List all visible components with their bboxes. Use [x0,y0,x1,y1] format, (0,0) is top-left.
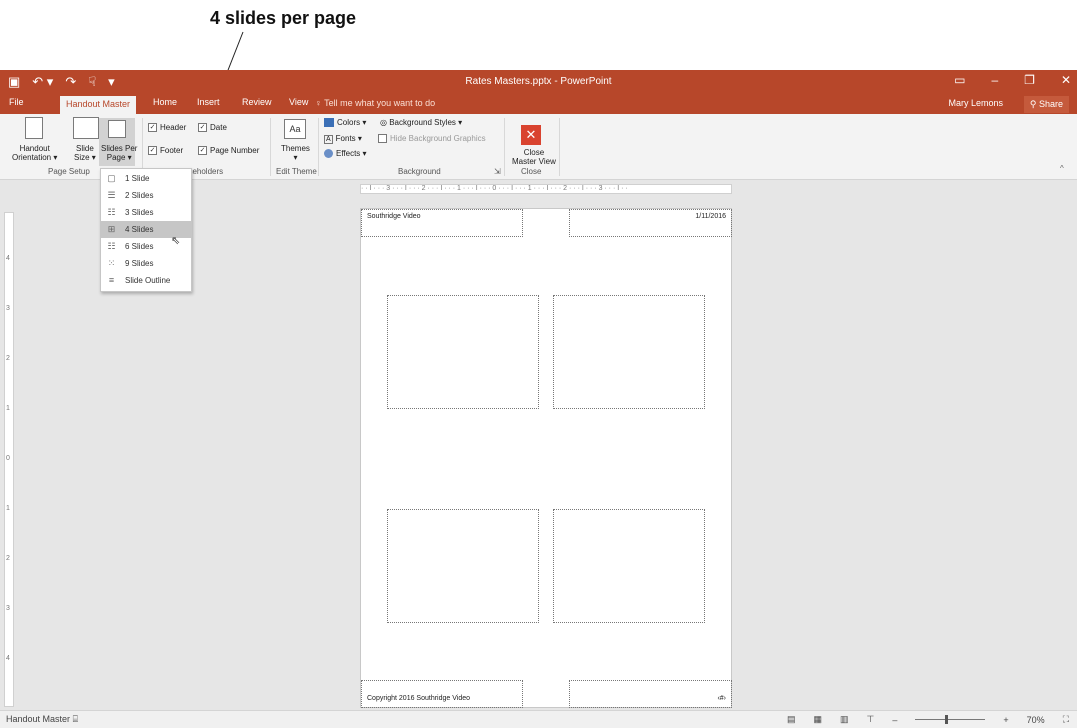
lightbulb-icon: ♀ [315,98,325,108]
menu-item-3-slides[interactable]: ☷ 3 Slides [101,204,191,221]
themes-icon: Aa [284,119,306,139]
two-slides-icon: ☰ [107,190,116,200]
effects-icon [324,149,333,159]
slideshow-icon[interactable]: ⊤ [867,714,875,725]
themes-button[interactable]: Themes ▾ [281,144,310,162]
page-number-placeholder[interactable]: ‹#› [569,680,732,708]
status-controls: ▤ ▦ ▥ ⊤ – + 70% ⛶ [787,714,1069,725]
menu-item-2-slides[interactable]: ☰ 2 Slides [101,187,191,204]
group-divider [270,118,271,176]
zoom-slider[interactable] [915,715,986,724]
user-name[interactable]: Mary Lemons [948,98,1003,108]
checkmark-icon: ✓ [148,123,157,133]
handout-orientation-icon [25,117,43,139]
slide-slot[interactable] [387,509,539,623]
footer-checkbox[interactable]: ✓ Footer [148,146,183,156]
one-slide-icon: ▢ [107,173,116,183]
group-label-edit-theme: Edit Theme [276,167,317,176]
dialog-launcher-icon[interactable]: ⇲ [494,167,501,176]
group-label-close: Close [521,167,542,176]
group-divider [318,118,319,176]
slides-per-page-icon [108,120,126,138]
checkmark-icon: ✓ [148,146,157,156]
checkmark-icon: ✓ [198,146,207,156]
zoom-level[interactable]: 70% [1027,715,1045,725]
date-placeholder[interactable]: 1/11/2016 [569,209,732,237]
menu-item-1-slide[interactable]: ▢ 1 Slide [101,170,191,187]
tab-home[interactable]: Home [153,97,177,107]
background-styles-button[interactable]: ◎ Background Styles ▾ [380,118,462,127]
tab-view[interactable]: View [289,97,308,107]
slides-per-page-menu: ▢ 1 Slide ☰ 2 Slides ☷ 3 Slides ⊞ 4 Slides ☷… [100,168,192,292]
tell-me-search[interactable]: ♀ Tell me what you want to do [315,98,435,108]
tab-insert[interactable]: Insert [197,97,220,107]
window-title: Rates Masters.pptx - PowerPoint [465,76,612,87]
group-label-page-setup: Page Setup [48,167,90,176]
six-slides-icon: ☷ [107,241,116,251]
effects-button[interactable]: Effects ▾ [324,149,367,159]
ribbon-tabs: File Handout Master Home Insert Review V… [0,94,1077,114]
zoom-out-icon[interactable]: – [892,715,897,725]
slides-per-page-label: Slides Per Page ▾ [101,144,138,162]
checkmark-icon: ✓ [198,123,207,133]
checkbox-icon [378,134,387,144]
slide-size-button[interactable]: Slide Size ▾ [74,144,96,162]
slide-size-icon [73,117,99,139]
menu-item-9-slides[interactable]: ⁙ 9 Slides [101,255,191,272]
collapse-ribbon-icon[interactable]: ^ [1060,164,1064,173]
mouse-pointer-icon: ⇖ [171,235,181,247]
zoom-in-icon[interactable]: + [1003,715,1008,725]
dropdown-arrow-icon: ▾ [293,153,298,162]
powerpoint-window: ▣ ↶ ▾ ↷ ☟ ▾ Rates Masters.pptx - PowerPo… [0,70,1077,728]
header-placeholder[interactable]: Southridge Video [361,209,523,237]
slide-slot[interactable] [553,509,705,623]
accessibility-icon[interactable]: ⌸ [73,714,78,724]
close-icon[interactable]: ✕ [1061,73,1071,87]
four-slides-icon: ⊞ [107,224,116,234]
status-mode: Handout Master ⌸ [6,714,78,724]
slide-slot[interactable] [387,295,539,409]
page-number-checkbox[interactable]: ✓ Page Number [198,146,259,156]
restore-icon[interactable]: ❐ [1024,73,1035,87]
group-divider [559,118,560,176]
fonts-button[interactable]: A Fonts ▾ [324,134,362,144]
nine-slides-icon: ⁙ [107,258,116,268]
tab-handout-master[interactable]: Handout Master [60,96,137,114]
close-master-view-button[interactable]: Close Master View [512,148,556,166]
minimize-icon[interactable]: – [991,73,998,87]
callout-label: 4 slides per page [210,8,357,28]
fonts-icon: A [324,135,333,144]
colors-button[interactable]: Colors ▾ [324,118,366,128]
ribbon-display-options-icon[interactable]: ▭ [954,73,965,87]
colors-icon [324,118,334,128]
background-styles-icon: ◎ [380,118,390,127]
menu-item-slide-outline[interactable]: ≡ Slide Outline [101,272,191,289]
zoom-slider-thumb[interactable] [945,715,949,724]
tab-file[interactable]: File [9,97,24,107]
slide-sorter-icon[interactable]: ▦ [814,714,823,725]
group-label-background: Background [398,167,441,176]
footer-placeholder[interactable]: Copyright 2016 Southridge Video [361,680,523,708]
person-icon: ⚲ [1029,99,1039,109]
hide-background-graphics-checkbox[interactable]: Hide Background Graphics [378,134,486,144]
vertical-ruler: 4 3 2 1 0 1 2 3 4 [4,212,14,707]
reading-view-icon[interactable]: ▥ [840,714,849,725]
title-bar: ▣ ↶ ▾ ↷ ☟ ▾ Rates Masters.pptx - PowerPo… [0,70,1077,94]
tab-review[interactable]: Review [242,97,272,107]
horizontal-ruler: · · I · · · 3 · · · I · · · 2 · · · I · … [360,184,732,194]
handout-page: Southridge Video 1/11/2016 Copyright 201… [360,208,732,708]
window-controls: ▭ – ❐ ✕ [954,73,1071,87]
fit-to-window-icon[interactable]: ⛶ [1063,714,1069,725]
status-bar: Handout Master ⌸ ▤ ▦ ▥ ⊤ – + 70% ⛶ [0,710,1077,728]
header-checkbox[interactable]: ✓ Header [148,123,186,133]
three-slides-icon: ☷ [107,207,116,217]
slide-slot[interactable] [553,295,705,409]
outline-icon: ≡ [108,275,115,285]
date-checkbox[interactable]: ✓ Date [198,123,227,133]
group-divider [504,118,505,176]
share-button[interactable]: ⚲ Share [1023,96,1069,113]
handout-orientation-button[interactable]: Handout Orientation ▾ [12,144,57,162]
normal-view-icon[interactable]: ▤ [787,714,796,725]
close-master-view-icon: ✕ [521,125,541,145]
